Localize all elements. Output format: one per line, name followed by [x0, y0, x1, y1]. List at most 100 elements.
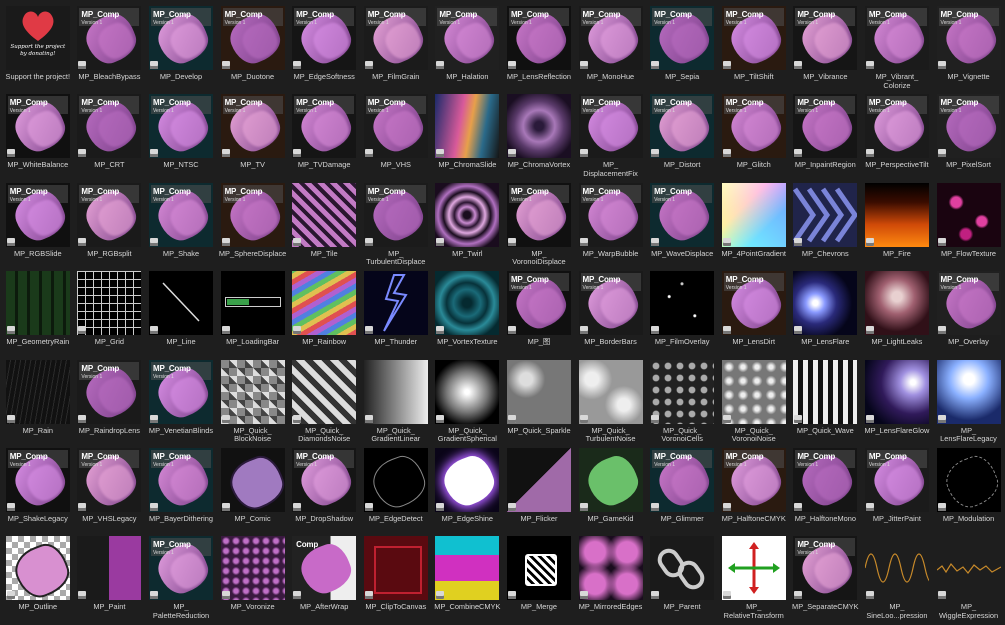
effect-tile-mp-vortextexture[interactable]: MP_VortexTexture	[432, 271, 504, 359]
effect-tile-mp-tvdamage[interactable]: MP_Comp Version 1 MP_TVDamage	[288, 94, 360, 182]
effect-label: MP_DropShadow	[295, 513, 354, 523]
effect-tile-mp-flicker[interactable]: MP_Flicker	[503, 447, 575, 536]
effect-tile-mp-venetianblinds[interactable]: MP_Comp Version 1 MP_VenetianBlinds	[145, 359, 217, 448]
effect-tile-mp-sineloo-pression[interactable]: MP_ SineLoo...pression	[861, 536, 933, 624]
effect-tile-mp-modulation[interactable]: MP_Modulation	[933, 447, 1005, 536]
effect-tile-mp-merge[interactable]: MP_Merge	[503, 536, 575, 624]
effect-tile-mp-quick-sparkle[interactable]: MP_Quick_Sparkle	[503, 359, 575, 448]
effect-tile-mp-line[interactable]: MP_Line	[145, 271, 217, 359]
effect-tile-mp-relativetransform[interactable]: MP_ RelativeTransform	[718, 536, 790, 624]
effect-tile-mp-fire[interactable]: MP_Fire	[861, 182, 933, 271]
effect-tile-mp-quick-gradientlinear[interactable]: MP_Quick_ GradientLinear	[360, 359, 432, 448]
effect-tile-mp-raindroplens[interactable]: MP_Comp Version 1 MP_RaindropLens	[74, 359, 146, 448]
effect-tile-mp-chromaslide[interactable]: MP_ChromaSlide	[432, 94, 504, 182]
effect-tile-mp-quick-blocknoise[interactable]: MP_Quick_ BlockNoise	[217, 359, 289, 448]
effect-tile-mp-palettereduction[interactable]: MP_Comp Version 1 MP_ PaletteReduction	[145, 536, 217, 624]
effect-tile-mp-vibrant-colorize[interactable]: MP_Comp Version 1 MP_Vibrant_ Colorize	[861, 6, 933, 94]
effect-tile-mp-combinecmyk[interactable]: MP_CombineCMYK	[432, 536, 504, 624]
effect-tile-mp-vignette[interactable]: MP_Comp Version 1 MP_Vignette	[933, 6, 1005, 94]
effect-tile-mp-borderbars[interactable]: MP_Comp Version 1 MP_BorderBars	[575, 271, 647, 359]
effect-tile-mp-vibrance[interactable]: MP_Comp Version 1 MP_Vibrance	[790, 6, 862, 94]
effect-tile-mp-filmoverlay[interactable]: MP_FilmOverlay	[646, 271, 718, 359]
effect-tile-mp-halftonemono[interactable]: MP_Comp Version 1 MP_HalftoneMono	[790, 447, 862, 536]
effect-tile-mp-rgbsplit[interactable]: MP_Comp Version 1 MP_RGBsplit	[74, 182, 146, 271]
effect-tile-mp-halftonecmyk[interactable]: MP_Comp Version 1 MP_HalftoneCMYK	[718, 447, 790, 536]
effect-tile-mp-lensdirt[interactable]: MP_Comp Version 1 MP_LensDirt	[718, 271, 790, 359]
effect-tile-mp-wavedisplace[interactable]: MP_Comp Version 1 MP_WaveDisplace	[646, 182, 718, 271]
effect-tile-mp-whitebalance[interactable]: MP_Comp Version 1 MP_WhiteBalance	[2, 94, 74, 182]
effect-tile-mp-bleachbypass[interactable]: MP_Comp Version 1 MP_BleachBypass	[74, 6, 146, 94]
effect-tile-mp-edgesoftness[interactable]: MP_Comp Version 1 MP_EdgeSoftness	[288, 6, 360, 94]
effect-tile-mp-glimmer[interactable]: MP_Comp Version 1 MP_Glimmer	[646, 447, 718, 536]
effect-tile-mp-inpaintregion[interactable]: MP_Comp Version 1 MP_InpaintRegion	[790, 94, 862, 182]
effect-tile-mp-shake[interactable]: MP_Comp Version 1 MP_Shake	[145, 182, 217, 271]
effect-tile-mp-dropshadow[interactable]: MP_Comp Version 1 MP_DropShadow	[288, 447, 360, 536]
effect-tile-mp-lensflare[interactable]: MP_LensFlare	[790, 271, 862, 359]
effect-tile-mp-quick-turbulentnoise[interactable]: MP_Quick_ TurbulentNoise	[575, 359, 647, 448]
effect-tile-mp-ntsc[interactable]: MP_Comp Version 1 MP_NTSC	[145, 94, 217, 182]
effect-tile-mp-monohue[interactable]: MP_Comp Version 1 MP_MonoHue	[575, 6, 647, 94]
effect-tile-mp-halation[interactable]: MP_Comp Version 1 MP_Halation	[432, 6, 504, 94]
effect-tile-mp-flowtexture[interactable]: MP_FlowTexture	[933, 182, 1005, 271]
effect-tile-mp-jitterpaint[interactable]: MP_Comp Version 1 MP_JitterPaint	[861, 447, 933, 536]
effect-tile-mp-overlay[interactable]: MP_Comp Version 1 MP_Overlay	[933, 271, 1005, 359]
effect-tile-mp-thunder[interactable]: MP_Thunder	[360, 271, 432, 359]
effect-tile-mp-4pointgradient[interactable]: MP_4PointGradient	[718, 182, 790, 271]
effect-tile-mp-mirrorededges[interactable]: MP_MirroredEdges	[575, 536, 647, 624]
effect-tile-mp-pixelsort[interactable]: MP_Comp Version 1 MP_PixelSort	[933, 94, 1005, 182]
effect-tile-mp-voronize[interactable]: MP_Voronize	[217, 536, 289, 624]
effect-tile-mp-cliptocanvas[interactable]: MP_ClipToCanvas	[360, 536, 432, 624]
effect-tile-mp-shakelegacy[interactable]: MP_Comp Version 1 MP_ShakeLegacy	[2, 447, 74, 536]
effect-tile-mp-afterwrap[interactable]: Comp MP_AfterWrap	[288, 536, 360, 624]
effect-tile-mp-edgedetect[interactable]: MP_EdgeDetect	[360, 447, 432, 536]
effect-tile-mp-sepia[interactable]: MP_Comp Version 1 MP_Sepia	[646, 6, 718, 94]
effect-tile-mp-crt[interactable]: MP_Comp Version 1 MP_CRT	[74, 94, 146, 182]
effect-tile-mp-wiggleexpression[interactable]: MP_ WiggleExpression	[933, 536, 1005, 624]
effect-tile-mp-rain[interactable]: MP_Rain	[2, 359, 74, 448]
effect-tile-mp-edgeshine[interactable]: MP_EdgeShine	[432, 447, 504, 536]
effect-tile-mp-quick-gradientspherical[interactable]: MP_Quick_ GradientSpherical	[432, 359, 504, 448]
effect-tile-mp-bayerdithering[interactable]: MP_Comp Version 1 MP_BayerDithering	[145, 447, 217, 536]
effect-tile-mp-lightleaks[interactable]: MP_LightLeaks	[861, 271, 933, 359]
effect-tile-mp-tile[interactable]: MP_Tile	[288, 182, 360, 271]
effect-tile-mp-spheredisplace[interactable]: MP_Comp Version 1 MP_SphereDisplace	[217, 182, 289, 271]
effect-tile-mp-quick-voronoinoise[interactable]: MP_Quick_ VoronoiNoise	[718, 359, 790, 448]
effect-tile-mp-paint[interactable]: MP_Paint	[74, 536, 146, 624]
effect-tile-mp-rgbslide[interactable]: MP_Comp Version 1 MP_RGBSlide	[2, 182, 74, 271]
effect-tile-mp-loadingbar[interactable]: MP_LoadingBar	[217, 271, 289, 359]
effect-tile-mp-quick-diamondsnoise[interactable]: MP_Quick_ DiamondsNoise	[288, 359, 360, 448]
effect-tile-mp-quick-wave[interactable]: MP_Quick_Wave	[790, 359, 862, 448]
effect-tile-mp-displacementfix[interactable]: MP_Comp Version 1 MP_ DisplacementFix	[575, 94, 647, 182]
effect-tile-mp-glitch[interactable]: MP_Comp Version 1 MP_Glitch	[718, 94, 790, 182]
effect-tile-mp-turbulentdisplace[interactable]: MP_Comp Version 1 MP_ TurbulentDisplace	[360, 182, 432, 271]
effect-tile-mp-develop[interactable]: MP_Comp Version 1 MP_Develop	[145, 6, 217, 94]
effect-tile-mp-grid[interactable]: MP_Grid	[74, 271, 146, 359]
effect-tile-mp-filmgrain[interactable]: MP_Comp Version 1 MP_FilmGrain	[360, 6, 432, 94]
effect-tile-mp-warpbubble[interactable]: MP_Comp Version 1 MP_WarpBubble	[575, 182, 647, 271]
effect-tile-mp-perspectivetilt[interactable]: MP_Comp Version 1 MP_PerspectiveTilt	[861, 94, 933, 182]
effect-tile-mp-twirl[interactable]: MP_Twirl	[432, 182, 504, 271]
effect-tile-mp-vhs[interactable]: MP_Comp Version 1 MP_VHS	[360, 94, 432, 182]
effect-tile-mp-chevrons[interactable]: MP_Chevrons	[790, 182, 862, 271]
effect-tile-mp-lensflareglow[interactable]: MP_LensFlareGlow	[861, 359, 933, 448]
effect-tile-support-the-project[interactable]: Support the project by donating! Support t…	[2, 6, 74, 94]
effect-tile-mp-distort[interactable]: MP_Comp Version 1 MP_Distort	[646, 94, 718, 182]
effect-tile-mp-rainbow[interactable]: MP_Rainbow	[288, 271, 360, 359]
effect-tile-mp[interactable]: MP_Comp Version 1 MP_图	[503, 271, 575, 359]
effect-tile-mp-tv[interactable]: MP_Comp Version 1 MP_TV	[217, 94, 289, 182]
effect-tile-mp-separatecmyk[interactable]: MP_Comp Version 1 MP_SeparateCMYK	[790, 536, 862, 624]
effect-tile-mp-lensreflection[interactable]: MP_Comp Version 1 MP_LensReflection	[503, 6, 575, 94]
effect-tile-mp-quick-voronoicells[interactable]: MP_Quick_ VoronoiCells	[646, 359, 718, 448]
effect-tile-mp-vhslegacy[interactable]: MP_Comp Version 1 MP_VHSLegacy	[74, 447, 146, 536]
effect-tile-mp-geometryrain[interactable]: MP_GeometryRain	[2, 271, 74, 359]
effect-tile-mp-voronoidisplace[interactable]: MP_Comp Version 1 MP_ VoronoiDisplace	[503, 182, 575, 271]
effect-tile-mp-tiltshift[interactable]: MP_Comp Version 1 MP_TiltShift	[718, 6, 790, 94]
effect-tile-mp-duotone[interactable]: MP_Comp Version 1 MP_Duotone	[217, 6, 289, 94]
effect-tile-mp-chromavortex[interactable]: MP_ChromaVortex	[503, 94, 575, 182]
effect-tile-mp-comic[interactable]: MP_Comic	[217, 447, 289, 536]
effect-tile-mp-gamekid[interactable]: MP_GameKid	[575, 447, 647, 536]
effect-tile-mp-outline[interactable]: MP_Outline	[2, 536, 74, 624]
effect-tile-mp-parent[interactable]: MP_Parent	[646, 536, 718, 624]
effect-tile-mp-lensflarelegacy[interactable]: MP_ LensFlareLegacy	[933, 359, 1005, 448]
comp-preview-icon: MP_Comp Version 1	[220, 182, 285, 247]
